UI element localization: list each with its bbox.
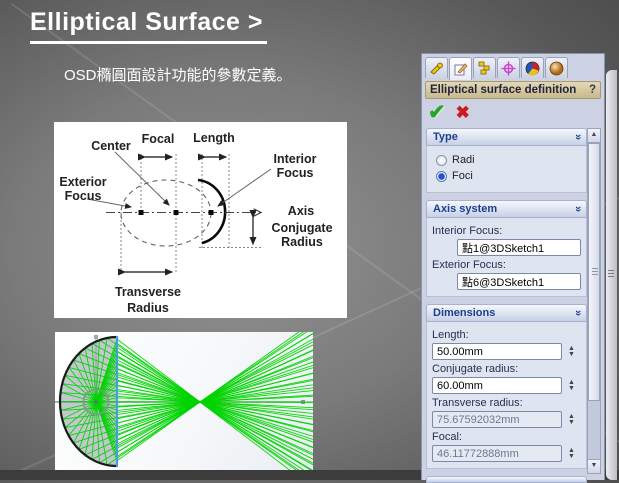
label-axis: Axis — [288, 204, 314, 218]
conjugate-radius-input[interactable] — [432, 377, 562, 394]
focal-input — [432, 445, 562, 462]
transverse-radius-label: Transverse radius: — [432, 397, 586, 409]
section-header-axis-system[interactable]: Axis system » — [426, 200, 587, 218]
scrollbar-up-icon[interactable]: ▲ — [588, 129, 600, 143]
display-sphere-icon — [525, 61, 540, 76]
radio-foci[interactable]: Foci — [436, 170, 586, 182]
tab-propertymanager[interactable] — [449, 57, 472, 80]
exterior-focus-marker — [139, 210, 144, 215]
configurations-icon — [477, 61, 492, 75]
ray-trace-svg — [55, 332, 313, 470]
radio-radi[interactable]: Radi — [436, 154, 586, 166]
svg-text:Focus: Focus — [65, 189, 102, 203]
panel-scrollbar[interactable]: ▲ ▼ — [587, 128, 601, 474]
label-center: Center — [91, 139, 131, 153]
section-body-type: Radi Foci — [426, 146, 587, 193]
exterior-focus-label: Exterior Focus: — [432, 259, 586, 271]
property-manager-tabs — [425, 57, 568, 80]
spinner-down-icon: ▼ — [568, 386, 575, 392]
panel-title: Elliptical surface definition — [430, 84, 576, 96]
ray-trace-image — [55, 332, 313, 470]
length-spinner[interactable]: ▲▼ — [568, 346, 575, 358]
conjugate-radius-label: Conjugate radius: — [432, 363, 586, 375]
slide-subtitle: OSD橢圓面設計功能的參數定義。 — [64, 64, 292, 85]
elliptical-parameter-diagram: Center Focal Length Interior Focus Exter… — [54, 122, 347, 318]
cancel-button[interactable]: ✖ — [456, 103, 470, 123]
tab-displaymanager[interactable] — [521, 57, 544, 78]
focal-spinner: ▲▼ — [568, 448, 575, 460]
label-interior-focus: Interior — [273, 152, 316, 166]
splitter-grip-icon — [608, 270, 614, 271]
svg-text:Radius: Radius — [281, 235, 323, 249]
section-header-type[interactable]: Type » — [426, 128, 587, 146]
transverse-radius-input — [432, 411, 562, 428]
section-header-dimensions[interactable]: Dimensions » — [426, 304, 587, 322]
interior-focus-input[interactable] — [457, 239, 581, 256]
label-transverse-radius: Transverse — [115, 285, 181, 299]
conjugate-radius-spinner[interactable]: ▲▼ — [568, 380, 575, 392]
transverse-radius-spinner: ▲▼ — [568, 414, 575, 426]
dimxpert-target-icon — [501, 61, 516, 76]
length-label: Length: — [432, 329, 586, 341]
tab-featuremanager[interactable] — [425, 57, 448, 78]
tab-dimxpert[interactable] — [497, 57, 520, 78]
section-body-dimensions: Length: ▲▼ Conjugate radius: ▲▼ Transver… — [426, 322, 587, 469]
tab-configurationmanager[interactable] — [473, 57, 496, 78]
center-marker — [174, 210, 179, 215]
collapse-chevron-icon[interactable]: » — [572, 310, 584, 316]
slide-title: Elliptical Surface > — [30, 8, 267, 44]
confirm-button[interactable]: ✔ — [428, 103, 446, 123]
label-exterior-focus: Exterior — [59, 175, 106, 189]
appearance-sphere-icon — [549, 61, 564, 76]
collapse-chevron-icon[interactable]: » — [572, 134, 584, 140]
exterior-focus-input[interactable] — [457, 273, 581, 290]
scrollbar-down-icon[interactable]: ▼ — [588, 459, 600, 473]
wrench-icon — [429, 62, 444, 75]
radio-circle-icon — [436, 155, 447, 166]
label-focal: Focal — [142, 132, 175, 146]
section-body-axis-system: Interior Focus: Exterior Focus: — [426, 218, 587, 297]
scrollbar-thumb[interactable] — [588, 143, 600, 401]
spinner-down-icon: ▼ — [568, 454, 575, 460]
panel-title-bar: ? Elliptical surface definition — [425, 81, 601, 99]
spinner-down-icon: ▼ — [568, 420, 575, 426]
svg-text:Radius: Radius — [127, 301, 169, 315]
help-button[interactable]: ? — [589, 82, 596, 98]
length-input[interactable] — [432, 343, 562, 360]
radio-circle-icon — [436, 171, 447, 182]
interior-focus-marker — [209, 210, 214, 215]
spinner-down-icon: ▼ — [568, 352, 575, 358]
label-conjugate-radius: Conjugate — [271, 221, 332, 235]
label-length: Length — [193, 131, 235, 145]
tab-appearances[interactable] — [545, 57, 568, 78]
collapse-chevron-icon[interactable]: » — [572, 206, 584, 212]
focal-label: Focal: — [432, 431, 586, 443]
panel-splitter-handle[interactable] — [606, 70, 617, 480]
svg-text:Focus: Focus — [277, 166, 314, 180]
source-point — [94, 400, 98, 404]
interior-focus-label: Interior Focus: — [432, 225, 586, 237]
property-edit-icon — [453, 62, 468, 76]
panel-content: Type » Radi Foci Axis system » Interior … — [426, 128, 587, 483]
property-manager-panel: ? Elliptical surface definition ✔ ✖ Type… — [421, 53, 605, 480]
